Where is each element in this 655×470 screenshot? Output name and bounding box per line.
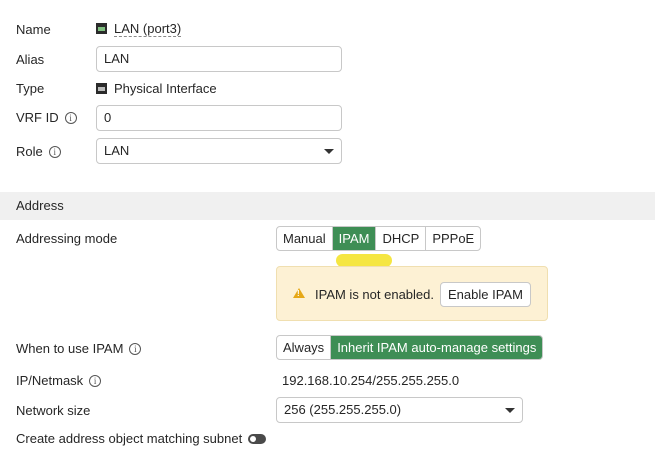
warning-icon <box>293 288 305 298</box>
ipam-warning-text: IPAM is not enabled. <box>315 287 434 302</box>
create-address-object-row: Create address object matching subnet <box>16 431 267 447</box>
ip-netmask-label: IP/Netmask i <box>16 373 102 389</box>
port-icon <box>96 23 107 35</box>
ip-netmask-value: 192.168.10.254/255.255.255.0 <box>282 373 460 388</box>
mode-ipam-button[interactable]: IPAM <box>332 227 377 250</box>
network-size-label: Network size <box>16 403 91 418</box>
info-icon[interactable]: i <box>89 374 102 387</box>
info-icon[interactable]: i <box>129 342 142 355</box>
alias-label: Alias <box>16 52 45 67</box>
info-icon[interactable]: i <box>64 111 77 124</box>
role-select[interactable]: LAN <box>96 138 342 164</box>
mode-pppoe-button[interactable]: PPPoE <box>426 227 480 250</box>
when-to-use-ipam-selector: Always Inherit IPAM auto-manage settings <box>276 335 544 360</box>
name-label: Name <box>16 22 51 37</box>
port-icon <box>96 83 107 95</box>
network-size-select[interactable]: 256 (255.255.255.0) <box>276 397 523 423</box>
address-section-header <box>0 192 655 220</box>
chevron-down-icon <box>324 149 334 154</box>
addressing-mode-label: Addressing mode <box>16 231 118 246</box>
vrf-label-text: VRF ID <box>16 110 59 125</box>
vrf-label: VRF ID i <box>16 110 77 126</box>
type-label: Type <box>16 81 45 96</box>
type-value: Physical Interface <box>96 81 217 97</box>
name-value[interactable]: LAN (port3) <box>96 21 182 37</box>
address-section-title: Address <box>16 198 64 213</box>
vrf-input[interactable]: 0 <box>96 105 342 131</box>
when-inherit-button[interactable]: Inherit IPAM auto-manage settings <box>331 336 543 359</box>
ip-netmask-label-text: IP/Netmask <box>16 373 84 388</box>
name-value-text: LAN (port3) <box>114 21 182 37</box>
chevron-down-icon <box>505 408 515 413</box>
when-always-button[interactable]: Always <box>277 336 332 359</box>
type-value-text: Physical Interface <box>114 81 217 96</box>
network-size-value: 256 (255.255.255.0) <box>284 402 402 417</box>
info-icon[interactable]: i <box>48 145 61 158</box>
role-label: Role i <box>16 144 61 160</box>
role-select-value: LAN <box>104 143 130 158</box>
mode-manual-button[interactable]: Manual <box>277 227 333 250</box>
when-to-use-ipam-label: When to use IPAM i <box>16 341 142 357</box>
addressing-mode-selector: Manual IPAM DHCP PPPoE <box>276 226 482 251</box>
role-label-text: Role <box>16 144 43 159</box>
mode-dhcp-button[interactable]: DHCP <box>376 227 427 250</box>
create-address-object-label: Create address object matching subnet <box>16 431 243 446</box>
enable-ipam-button[interactable]: Enable IPAM <box>440 282 531 307</box>
when-to-use-ipam-label-text: When to use IPAM <box>16 341 124 356</box>
ipam-warning-box: IPAM is not enabled. Enable IPAM <box>276 266 548 321</box>
create-address-object-toggle[interactable] <box>248 433 267 444</box>
alias-input[interactable]: LAN <box>96 46 342 72</box>
